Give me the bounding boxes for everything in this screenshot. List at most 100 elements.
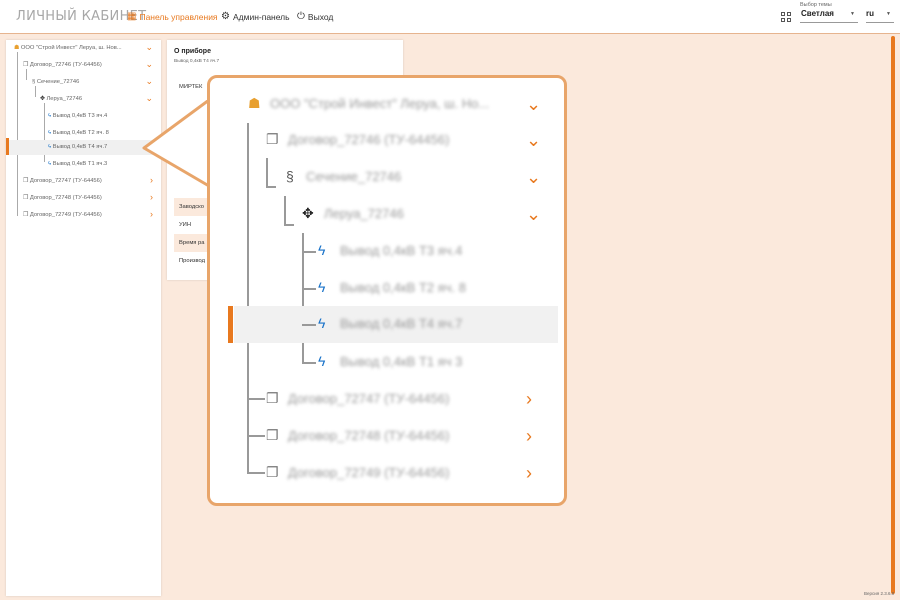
zoom-tree-item: ✥ Леруа_72746 ⌄ <box>210 196 564 233</box>
feeder-icon: ϟ <box>318 242 326 258</box>
chevron-down-icon[interactable]: ⌄ <box>145 42 153 53</box>
selected-item-marker <box>6 138 9 155</box>
nav-logout-label: Выход <box>307 11 334 22</box>
top-bar: ЛИЧНЫЙ КАБИНЕТ ▦ Панель управления ⚙ Адм… <box>0 0 900 34</box>
contract-icon: ❐ <box>266 464 279 480</box>
chevron-right-icon[interactable]: › <box>150 209 153 219</box>
power-icon: ⏻ <box>297 11 305 22</box>
chevron-down-icon: ▼ <box>886 11 891 17</box>
contract-icon: ❐ <box>266 390 279 406</box>
version-label: Версия 2.3.6.0 <box>864 591 895 596</box>
tree-item-label: Вывод 0,4кВ Т3 яч.4 <box>52 113 108 119</box>
zoom-tree-item: ϟ Вывод 0,4кВ Т2 яч. 8 <box>210 270 564 307</box>
chevron-right-icon: › <box>526 389 532 409</box>
chevron-down-icon[interactable]: ⌄ <box>145 59 153 70</box>
zoom-tree-item-label: Договор_72746 (ТУ-64456) <box>288 132 450 147</box>
zoom-tree-item: ϟ Вывод 0,4кВ Т1 яч 3 <box>210 344 564 381</box>
info-subtitle: Вывод 0,4кВ Т4 яч.7 <box>174 59 220 64</box>
zoom-tree-item-label: Договор_72747 (ТУ-64456) <box>288 391 450 406</box>
zoom-tree-item: ❐ Договор_72749 (ТУ-64456) › <box>210 455 564 492</box>
object-tree-panel: ☗ ООО "Строй Инвест" Леруа, ш. Нов... ⌄ … <box>6 40 161 596</box>
tree-item-label: Леруа_72746 <box>46 96 83 102</box>
tree-item-label: Сечение_72746 <box>36 79 80 85</box>
zoom-tree-item-label: Вывод 0,4кВ Т1 яч 3 <box>340 354 463 369</box>
zoom-tree-item-label: Вывод 0,4кВ Т3 яч.4 <box>340 243 463 258</box>
tree-item-label: Вывод 0,4кВ Т2 яч. 8 <box>52 130 109 136</box>
language-select[interactable]: ru ▼ <box>866 9 894 23</box>
feeder-icon: ϟ <box>318 353 326 369</box>
zoom-tree-item-label: Договор_72748 (ТУ-64456) <box>288 428 450 443</box>
zoom-tree-item: ❐ Договор_72747 (ТУ-64456) › <box>210 381 564 418</box>
tree-item[interactable]: ☗ ООО "Строй Инвест" Леруа, ш. Нов... ⌄ <box>6 41 161 56</box>
tree-item-label: Вывод 0,4кВ Т4 яч.7 <box>52 144 108 150</box>
contract-icon: ❐ <box>266 427 279 443</box>
zoom-tree-item: ❐ Договор_72748 (ТУ-64456) › <box>210 418 564 455</box>
chevron-down-icon: ⌄ <box>526 94 542 114</box>
theme-select[interactable]: Светлая ▼ <box>800 9 858 23</box>
zoom-tree-item-label: Вывод 0,4кВ Т4 яч.7 <box>340 316 463 331</box>
zoom-tree-item-selected: ϟ Вывод 0,4кВ Т4 яч.7 <box>234 306 558 343</box>
chevron-down-icon: ⌄ <box>526 204 542 224</box>
zoom-tree-item-label: Вывод 0,4кВ Т2 яч. 8 <box>340 280 467 295</box>
zoom-tree-item-label: ООО "Строй Инвест" Леруа, ш. Но... <box>270 96 490 111</box>
tree-item-selected[interactable]: ϟ Вывод 0,4кВ Т4 яч.7 <box>6 140 161 155</box>
tree-item[interactable]: ✥ Леруа_72746 ⌄ <box>6 92 161 107</box>
tree-item-label: Договор_72746 (ТУ-64456) <box>29 62 102 68</box>
theme-label: Выбор темы <box>800 2 832 8</box>
tree-item[interactable]: ϟ Вывод 0,4кВ Т2 яч. 8 <box>6 126 161 141</box>
nav-dashboard-label: Панель управления <box>139 11 218 22</box>
contract-icon: ❐ <box>23 212 29 218</box>
tree-item-label: ООО "Строй Инвест" Леруа, ш. Нов... <box>20 45 122 51</box>
feeder-icon: ϟ <box>318 315 326 331</box>
feeder-icon: ϟ <box>48 144 52 150</box>
tree-item[interactable]: ❐ Договор_72749 (ТУ-64456) › <box>6 208 161 223</box>
nav-admin-label: Админ-панель <box>232 11 290 22</box>
apps-grid-icon[interactable] <box>781 12 791 22</box>
tree-item-label: Договор_72749 (ТУ-64456) <box>29 212 102 218</box>
tree-item[interactable]: ❐ Договор_72748 (ТУ-64456) › <box>6 191 161 206</box>
chevron-down-icon: ▼ <box>850 11 855 17</box>
tree-item-label: Договор_72748 (ТУ-64456) <box>29 195 102 201</box>
chevron-right-icon: › <box>526 463 532 483</box>
feeder-icon: ϟ <box>48 113 52 119</box>
zoom-tree-item-label: Сечение_72746 <box>306 169 402 184</box>
tree-item[interactable]: ϟ Вывод 0,4кВ Т1 яч.3 <box>6 157 161 172</box>
theme-select-value: Светлая <box>801 9 834 18</box>
tree-item-label: Договор_72747 (ТУ-64456) <box>29 178 102 184</box>
org-icon: ☗ <box>248 95 261 111</box>
zoom-callout: ☗ ООО "Строй Инвест" Леруа, ш. Но... ⌄ ❐… <box>207 75 567 506</box>
zoom-tree-item: § Сечение_72746 ⌄ <box>210 159 564 196</box>
contract-icon: ❐ <box>23 178 29 184</box>
chevron-down-icon: ⌄ <box>526 167 542 187</box>
tree-item[interactable]: § Сечение_72746 ⌄ <box>6 75 161 90</box>
zoom-tree-item-label: Леруа_72746 <box>324 206 404 221</box>
section-icon: § <box>286 168 294 184</box>
contract-icon: ❐ <box>266 131 279 147</box>
nav-logout[interactable]: ⏻ Выход <box>297 11 333 22</box>
section-icon: § <box>32 79 36 85</box>
info-title: О приборе <box>174 48 211 55</box>
feeder-icon: ϟ <box>48 130 52 136</box>
scrollbar[interactable] <box>891 36 895 594</box>
tree-item-label: Вывод 0,4кВ Т1 яч.3 <box>52 161 108 167</box>
language-select-value: ru <box>866 9 874 18</box>
nav-dashboard[interactable]: ▦ Панель управления <box>127 11 218 22</box>
chevron-down-icon[interactable]: ⌄ <box>145 76 153 87</box>
object-icon: ✥ <box>302 205 314 221</box>
tree-item[interactable]: ❐ Договор_72746 (ТУ-64456) ⌄ <box>6 58 161 73</box>
tree-item[interactable]: ϟ Вывод 0,4кВ Т3 яч.4 <box>6 109 161 124</box>
tree-item[interactable]: ❐ Договор_72747 (ТУ-64456) › <box>6 174 161 189</box>
chevron-right-icon: › <box>526 426 532 446</box>
feeder-icon: ϟ <box>48 161 52 167</box>
zoom-tree-item: ϟ Вывод 0,4кВ Т3 яч.4 <box>210 233 564 270</box>
zoom-selected-marker <box>228 306 233 343</box>
zoom-tree-item: ❐ Договор_72746 (ТУ-64456) ⌄ <box>210 122 564 159</box>
nav-admin[interactable]: ⚙ Админ-панель <box>221 11 290 22</box>
dashboard-icon: ▦ <box>127 11 137 22</box>
zoom-tree-item-label: Договор_72749 (ТУ-64456) <box>288 465 450 480</box>
contract-icon: ❐ <box>23 195 29 201</box>
gear-icon: ⚙ <box>221 11 230 22</box>
feeder-icon: ϟ <box>318 279 326 295</box>
object-icon: ✥ <box>40 96 45 102</box>
contract-icon: ❐ <box>23 62 29 68</box>
